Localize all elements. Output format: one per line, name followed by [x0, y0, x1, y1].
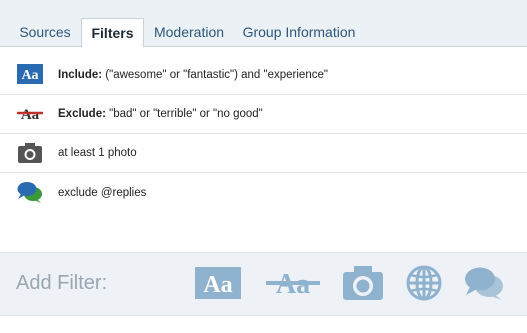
add-text-filter-icon[interactable]: Aa: [195, 265, 241, 301]
tab-filters[interactable]: Filters: [81, 18, 144, 48]
filter-row-replies[interactable]: exclude @replies: [0, 173, 527, 212]
filter-list: Aa Include: ("awesome" or "fantastic") a…: [0, 56, 527, 212]
svg-text:Aa: Aa: [21, 107, 40, 123]
chat-bubbles-icon: [17, 182, 42, 203]
add-location-filter-icon[interactable]: [406, 265, 442, 301]
add-replies-filter-icon[interactable]: [464, 265, 504, 301]
tab-group-information[interactable]: Group Information: [236, 18, 362, 47]
add-filter-bar: Add Filter: Aa Aa: [0, 252, 527, 316]
tab-sources[interactable]: Sources: [10, 18, 80, 47]
tab-moderation[interactable]: Moderation: [148, 18, 230, 47]
add-exclude-filter-icon[interactable]: Aa: [266, 265, 320, 301]
filter-row-photo[interactable]: at least 1 photo: [0, 134, 527, 173]
filter-exclude-text: Exclude: "bad" or "terrible" or "no good…: [58, 108, 263, 120]
svg-text:Aa: Aa: [203, 272, 232, 298]
camera-icon: [18, 143, 42, 163]
text-icon: Aa: [17, 64, 43, 84]
filter-row-include[interactable]: Aa Include: ("awesome" or "fantastic") a…: [0, 56, 527, 95]
add-filter-label: Add Filter:: [16, 272, 108, 294]
tab-bar: Sources Filters Moderation Group Informa…: [0, 0, 527, 48]
filter-photo-text: at least 1 photo: [58, 147, 137, 159]
filter-row-exclude[interactable]: Aa Exclude: "bad" or "terrible" or "no g…: [0, 95, 527, 134]
add-photo-filter-icon[interactable]: [342, 265, 384, 301]
filter-include-text: Include: ("awesome" or "fantastic") and …: [58, 69, 328, 81]
svg-text:Aa: Aa: [21, 68, 38, 83]
filter-replies-text: exclude @replies: [58, 186, 147, 199]
strikethrough-text-icon: Aa: [17, 107, 43, 123]
